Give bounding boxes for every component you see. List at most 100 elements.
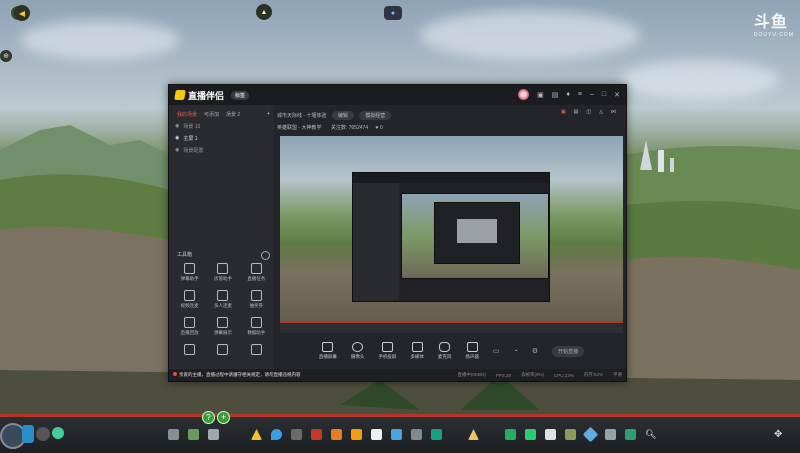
monument-icon[interactable] — [431, 429, 442, 440]
diamond-icon[interactable] — [582, 426, 599, 443]
tool-label: 弹幕展示 — [213, 330, 232, 335]
nested-preview-4 — [457, 219, 497, 243]
camera-button[interactable]: 摄像头 — [351, 342, 364, 360]
avatar[interactable] — [518, 89, 530, 100]
electricity-icon[interactable] — [251, 429, 262, 440]
zoom-icon[interactable]: ⊕ — [0, 50, 12, 62]
record-icon[interactable]: ▣ — [561, 109, 566, 115]
speaker-icon[interactable]: ◀ — [14, 5, 30, 21]
toolbox-settings-icon[interactable] — [261, 251, 270, 260]
globe-icon[interactable] — [52, 427, 64, 439]
bulldoze-icon[interactable] — [605, 429, 616, 440]
phone-cast-button[interactable]: 手机投屏 — [378, 342, 396, 360]
info-icon[interactable]: ▲ — [256, 4, 272, 20]
health-icon[interactable] — [311, 429, 322, 440]
move-icon[interactable]: ✥ — [774, 429, 782, 440]
settings-icon[interactable]: ≡ — [578, 91, 582, 98]
tool-room-admin[interactable]: 房管助手 — [206, 263, 239, 282]
edit-title-button[interactable]: 编辑 — [331, 111, 354, 120]
police-icon[interactable] — [351, 429, 362, 440]
beautification-icon[interactable] — [411, 429, 422, 440]
transport-icon[interactable] — [391, 429, 402, 440]
district-icon[interactable] — [208, 429, 219, 440]
start-stream-button[interactable]: 开始直播 — [552, 345, 585, 357]
policy-icon[interactable] — [545, 429, 556, 440]
scene-item[interactable]: ◉ 主屏 1 — [169, 132, 274, 144]
app-badge[interactable]: 标签 — [231, 90, 250, 100]
stream-controls: 直播屏幕 摄像头 手机投屏 多媒体 麦克风 扬声器 ▭ ◔ ⚙ 开始直播 — [280, 333, 623, 369]
scene-item[interactable]: ◉ 场景 10 — [169, 120, 274, 132]
stream-settings-icon[interactable]: ⚙ — [532, 347, 538, 355]
add-icon[interactable]: + — [217, 411, 230, 424]
tool-extra[interactable] — [206, 344, 239, 355]
tool-multi-link[interactable]: 多人连麦 — [206, 290, 239, 309]
room-info: 城市天际线 - 十堰体验 编辑 模拟经营 ▣ ▤ ◫ ◬ ⋈ 英雄联盟 - 大神… — [277, 107, 622, 137]
tool-extra[interactable] — [240, 344, 273, 355]
add-scene-icon[interactable]: + — [267, 111, 270, 118]
thermometer-icon — [22, 425, 34, 443]
button-label: 麦克风 — [437, 354, 452, 359]
tab-addable[interactable]: 可添加 — [204, 111, 219, 118]
skin-icon[interactable]: ▤ — [552, 91, 559, 99]
screen-capture-button[interactable]: 直播屏幕 — [319, 342, 337, 360]
fire-icon[interactable] — [331, 429, 342, 440]
tool-danmu-display[interactable]: 弹幕展示 — [206, 317, 239, 336]
message-icon[interactable]: ▣ — [537, 91, 544, 99]
record-video-icon[interactable]: ▭ — [493, 347, 500, 355]
tool-icon — [250, 344, 262, 355]
garbage-icon[interactable] — [291, 429, 302, 440]
admin-icon — [217, 263, 229, 274]
water-icon[interactable] — [271, 429, 282, 440]
info-views-icon[interactable] — [625, 429, 636, 440]
status-bar: 亲爱的主播，直播过程中请遵守相关规定，请勿直播违规内容 直播中(0KB/s) F… — [169, 369, 626, 381]
eye-icon[interactable]: ◉ — [175, 135, 179, 141]
scene-item[interactable]: ◉ 场景配置 — [169, 144, 274, 156]
tool-danmu[interactable]: 弹幕助手 — [173, 263, 206, 282]
tool-data[interactable]: 数据助手 — [240, 317, 273, 336]
tab-my-scenes[interactable]: 我的场景 — [177, 111, 197, 118]
tab-scene-2[interactable]: 场景 2 — [226, 111, 240, 118]
zoning-icon[interactable] — [188, 429, 199, 440]
status-cpu: CPU:23% — [553, 372, 574, 378]
category-selector[interactable]: 模拟经营 — [359, 111, 392, 120]
gift-count: 0 — [379, 125, 383, 131]
maximize-icon[interactable]: □ — [602, 91, 606, 98]
tool-video-link[interactable]: 视频连麦 — [173, 290, 206, 309]
close-icon[interactable]: ✕ — [614, 91, 620, 99]
eye-icon[interactable]: ◉ — [175, 123, 179, 129]
landscaping-icon[interactable] — [468, 429, 479, 440]
media-button[interactable]: 多媒体 — [410, 342, 424, 360]
search-icon[interactable]: 🔍︎ — [645, 429, 656, 440]
gift-icon[interactable]: ♦ — [566, 91, 570, 98]
tool-replay[interactable]: 直播回放 — [173, 317, 206, 336]
tool-lottery[interactable]: 抽奖券 — [240, 290, 273, 309]
timer-icon[interactable]: ◔ — [514, 348, 518, 355]
minimize-icon[interactable]: – — [590, 91, 594, 98]
follow-label: 关注数: — [330, 125, 348, 131]
road-icon[interactable] — [168, 429, 179, 440]
tool-icon — [184, 344, 196, 355]
tool-extra[interactable] — [173, 344, 206, 355]
tool-label: 弹幕助手 — [180, 276, 199, 281]
camera-icon — [352, 342, 364, 352]
lock-icon[interactable]: ◫ — [586, 109, 591, 115]
nested-preview-1 — [352, 172, 550, 302]
eye-icon[interactable]: ◉ — [175, 147, 179, 153]
area-icon[interactable] — [565, 429, 576, 440]
tree-icon[interactable] — [525, 429, 536, 440]
tool-task[interactable]: 直播任务 — [240, 263, 273, 282]
link-icon[interactable]: ⋈ — [611, 109, 616, 115]
stream-preview[interactable] — [280, 136, 623, 333]
nested-bottombar — [401, 281, 547, 299]
room-type: 英雄联盟 - 大神教学 — [277, 125, 322, 131]
share-icon[interactable]: ▤ — [574, 109, 579, 115]
park-icon[interactable] — [505, 429, 516, 440]
speed-icon[interactable] — [36, 427, 50, 441]
help-icon[interactable]: ? — [202, 411, 215, 424]
chirper-icon[interactable]: ● — [384, 6, 402, 20]
speaker-button[interactable]: 扬声器 — [465, 342, 479, 360]
microphone-button[interactable]: 麦克风 — [437, 342, 452, 360]
bell-icon[interactable]: ◬ — [599, 109, 603, 115]
status-dropped: 丢帧率(0%) — [520, 372, 544, 377]
education-icon[interactable] — [371, 429, 382, 440]
